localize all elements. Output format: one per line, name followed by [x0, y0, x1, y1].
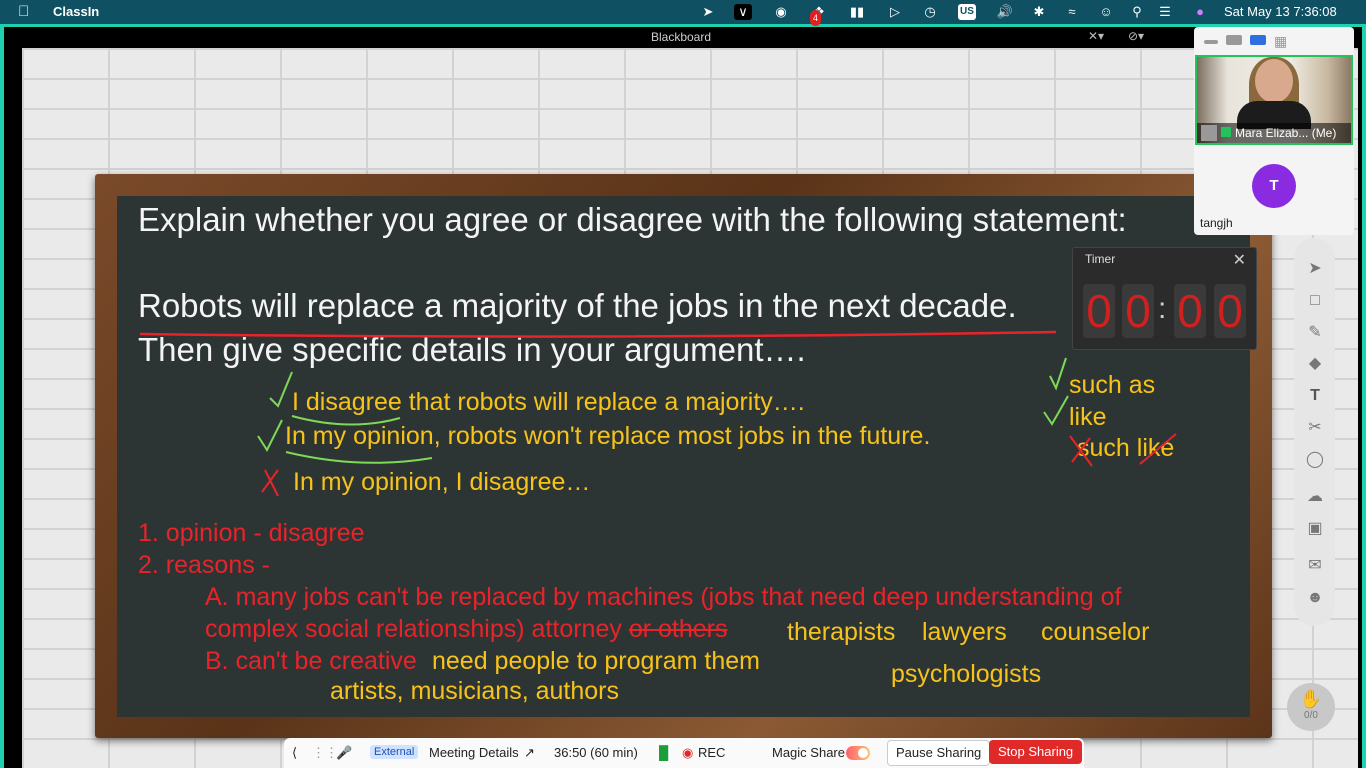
magic-share-label: Magic Share — [772, 745, 845, 760]
stop-sharing-button[interactable]: Stop Sharing — [989, 740, 1083, 764]
chat-icon[interactable]: ✉ — [1304, 555, 1326, 577]
self-name: Mara Elizab... (Me) — [1235, 126, 1337, 140]
outline-reasons: 2. reasons - — [138, 551, 271, 579]
timer-digit: 0 — [1214, 284, 1246, 338]
people-icon[interactable]: ☻ — [1304, 587, 1326, 609]
chevron-left-icon[interactable]: ⟨ — [292, 745, 297, 761]
apple-icon[interactable]:  — [18, 3, 29, 20]
grid-view-icon[interactable]: ▦ — [1274, 33, 1287, 50]
window-titlebar: Blackboard ✕▾ ⊘▾ — [22, 27, 1194, 48]
self-video-tile[interactable]: Mara Elizab... (Me) — [1195, 55, 1353, 145]
bluetooth-icon[interactable]: ✱ — [1030, 4, 1048, 20]
example-lawyers: lawyers — [922, 618, 1007, 646]
avatar[interactable]: T — [1252, 164, 1296, 208]
text-icon[interactable]: T — [1304, 385, 1326, 407]
menu-bar:  ClassIn ➤ ∨ ◉ ❖ 4 ▮▮ ▷ ◷ US 🔊 ✱ ≈ ☺ ⚲ … — [0, 0, 1366, 26]
timer-label: Timer — [1085, 252, 1116, 266]
volume-icon[interactable]: 🔊 — [996, 4, 1014, 20]
control-center-icon[interactable]: ☰ — [1156, 4, 1174, 20]
external-badge: External — [370, 745, 419, 759]
side-note-such-as: such as — [1069, 371, 1156, 399]
timer-digit: 0 — [1122, 284, 1154, 338]
camera-muted-icon[interactable]: ⊘▾ — [1128, 29, 1144, 43]
raise-hand-button[interactable]: ✋ 0/0 — [1287, 683, 1335, 731]
timer-colon: : — [1158, 292, 1167, 325]
answer-line-3: In my opinion, I disagree… — [293, 468, 591, 496]
wechat-icon[interactable]: ◉ — [772, 4, 790, 20]
user-icon[interactable]: ☺ — [1097, 4, 1115, 20]
example-psychologists: psychologists — [891, 660, 1042, 688]
app-name[interactable]: ClassIn — [53, 4, 99, 19]
person-icon — [1201, 125, 1217, 141]
pen-icon[interactable]: ✎ — [1304, 322, 1326, 344]
rec-label[interactable]: REC — [698, 745, 725, 760]
signal-icon[interactable]: █ — [659, 745, 668, 760]
outline-reason-b: B. can't be creative — [205, 647, 417, 675]
prompt-line-1: Explain whether you agree or disagree wi… — [138, 201, 1127, 238]
drag-handle-icon[interactable]: ⋮⋮ — [312, 745, 338, 761]
outline-reason-a-cont: complex social relationships) attorney o… — [205, 615, 727, 644]
meeting-details-link[interactable]: Meeting Details — [429, 745, 519, 760]
menu-clock[interactable]: Sat May 13 7:36:08 — [1224, 4, 1337, 19]
hand-icon: ✋ — [1299, 689, 1323, 709]
outline-struck-or-others: or others — [628, 615, 728, 643]
chevron-app-icon[interactable]: ∨ — [734, 4, 752, 20]
example-therapists: therapists — [787, 618, 896, 646]
scissors-icon[interactable]: ✂ — [1304, 417, 1326, 439]
siri-icon[interactable]: ● — [1191, 4, 1209, 20]
meeting-duration: 36:50 (60 min) — [554, 745, 638, 760]
input-source-icon[interactable]: US — [958, 4, 976, 20]
answer-line-1: I disagree that robots will replace a ma… — [292, 388, 805, 416]
time-machine-icon[interactable]: ◷ — [921, 4, 939, 20]
shape-icon[interactable]: ◯ — [1304, 449, 1326, 471]
dropbox-badge: 4 — [810, 10, 822, 26]
tile-view-icon[interactable] — [1226, 35, 1242, 45]
example-program: need people to program them — [432, 647, 760, 675]
example-counselor: counselor — [1041, 618, 1150, 646]
outline-reason-a-text: complex social relationships) attorney — [205, 615, 629, 643]
cloud-icon[interactable]: ☁ — [1304, 486, 1326, 508]
magic-share-toggle[interactable] — [846, 746, 870, 760]
side-note-such-like: such like — [1077, 434, 1174, 463]
hand-count: 0/0 — [1304, 710, 1318, 721]
record-icon[interactable]: ◉ — [682, 745, 693, 761]
select-icon[interactable]: □ — [1304, 290, 1326, 312]
play-icon[interactable]: ▷ — [886, 4, 904, 20]
side-note-such: such — [1077, 434, 1137, 462]
speaker-view-icon[interactable] — [1250, 35, 1266, 45]
timer-widget[interactable]: Timer ✕ 0 0 : 0 0 — [1072, 247, 1257, 350]
external-link-icon[interactable]: ↗ — [524, 745, 535, 761]
meeting-controls-bar: ⟨ ⋮⋮ 🎤 External Meeting Details ↗ 36:50 … — [284, 738, 1084, 768]
example-artists: artists, musicians, authors — [330, 677, 619, 705]
timer-digit: 0 — [1083, 284, 1115, 338]
feather-icon[interactable]: ➤ — [699, 4, 717, 20]
video-person-face — [1255, 59, 1293, 103]
wifi-icon[interactable]: ≈ — [1063, 4, 1081, 20]
toolbox-icon[interactable]: ▣ — [1304, 518, 1326, 540]
timer-digit: 0 — [1174, 284, 1206, 338]
mic-muted-icon[interactable]: ✕▾ — [1088, 29, 1104, 43]
participant-name: tangjh — [1200, 216, 1233, 230]
outline-reason-a: A. many jobs can't be replaced by machin… — [205, 583, 1122, 611]
answer-line-2: In my opinion, robots won't replace most… — [285, 422, 931, 450]
outline-opinion: 1. opinion - disagree — [138, 519, 365, 547]
share-icon — [1221, 127, 1231, 137]
prompt-line-3: Then give specific details in your argum… — [138, 331, 806, 368]
battery-icon[interactable]: ▮▮ — [846, 4, 868, 20]
side-note-like: like — [1069, 403, 1107, 431]
eraser-icon[interactable]: ◆ — [1304, 353, 1326, 375]
statement-line: Robots will replace a majority of the jo… — [138, 287, 1017, 324]
pause-sharing-button[interactable]: Pause Sharing — [887, 740, 991, 766]
side-note-like-struck: like — [1136, 434, 1175, 462]
microphone-icon[interactable]: 🎤 — [336, 745, 352, 761]
self-name-bar: Mara Elizab... (Me) — [1197, 123, 1351, 143]
dropbox-icon[interactable]: ❖ 4 — [810, 4, 828, 26]
minimize-icon[interactable] — [1204, 40, 1218, 44]
cursor-icon[interactable]: ➤ — [1304, 258, 1326, 280]
close-icon[interactable]: ✕ — [1233, 250, 1246, 270]
search-icon[interactable]: ⚲ — [1128, 4, 1146, 20]
